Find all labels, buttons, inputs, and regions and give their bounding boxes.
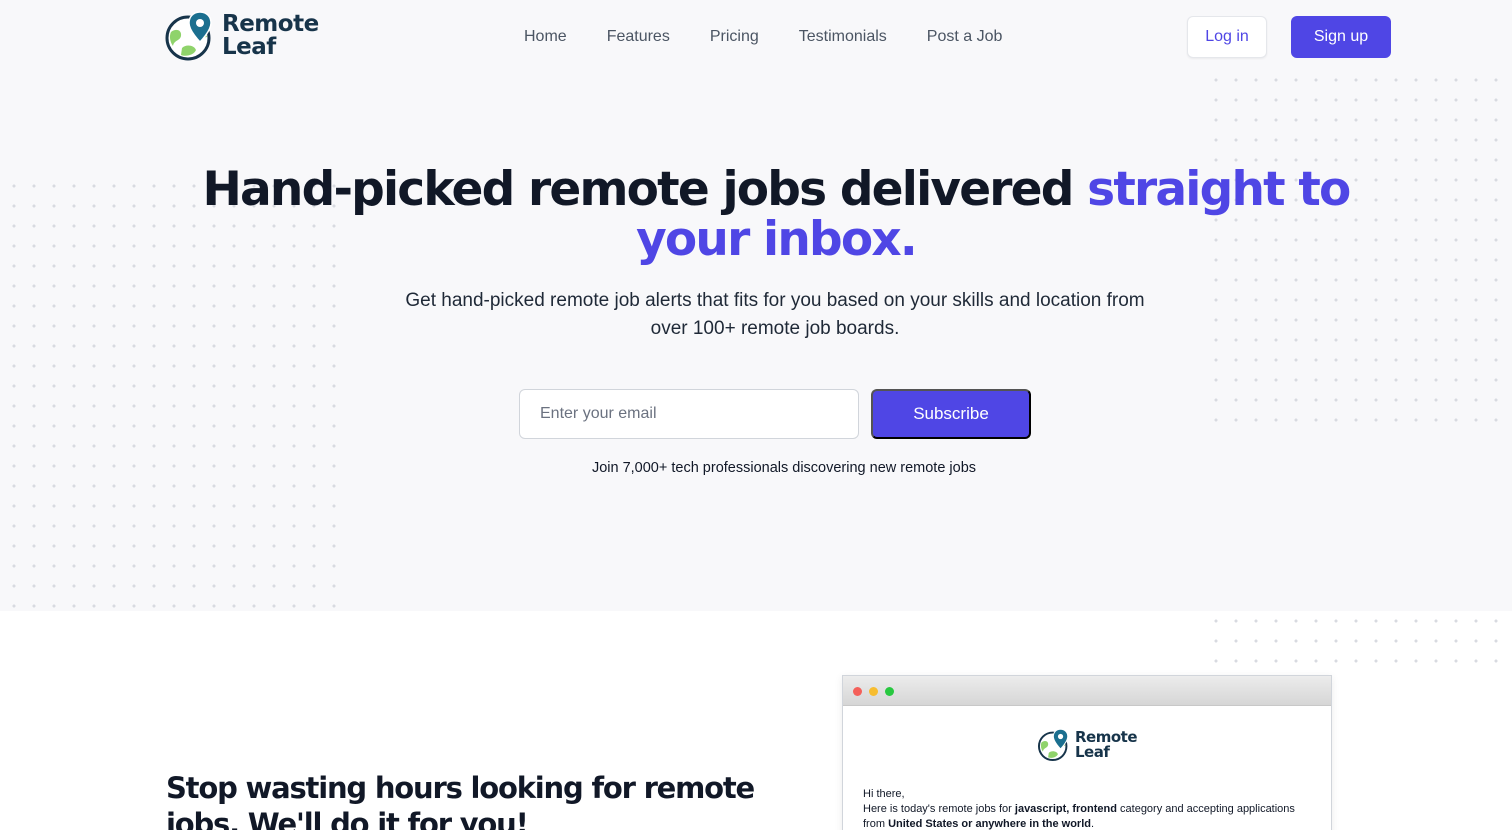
email-preview-window: Remote Leaf Hi there, Here is today's re…	[842, 675, 1332, 830]
hero-headline: Hand-picked remote jobs delivered straig…	[156, 165, 1396, 265]
nav-link-home[interactable]: Home	[524, 27, 567, 47]
brand-name-line1: Remote	[222, 11, 319, 37]
brand-name-line2: Leaf	[222, 34, 276, 60]
email-locations: United States or anywhere in the world	[888, 818, 1091, 830]
minimize-dot-icon	[869, 687, 878, 696]
nav-link-post-a-job[interactable]: Post a Job	[927, 27, 1003, 47]
signup-button[interactable]: Sign up	[1291, 16, 1391, 58]
login-button[interactable]: Log in	[1187, 16, 1267, 58]
browser-titlebar	[843, 676, 1331, 706]
globe-pin-logo-icon	[1037, 728, 1069, 762]
email-brand-line2: Leaf	[1075, 743, 1110, 761]
nav-link-testimonials[interactable]: Testimonials	[799, 27, 887, 47]
social-proof-note: Join 7,000+ tech professionals discoveri…	[591, 460, 977, 476]
brand-name: Remote Leaf	[222, 13, 319, 59]
section-title: Stop wasting hours looking for remote jo…	[166, 771, 755, 830]
email-input[interactable]	[519, 389, 859, 439]
email-brand-name: Remote Leaf	[1075, 730, 1138, 761]
close-dot-icon	[853, 687, 862, 696]
email-intro-line: Here is today's remote jobs for javascri…	[863, 802, 1313, 830]
hero-headline-main: Hand-picked remote jobs delivered	[202, 162, 1088, 217]
top-navbar: Remote Leaf Home Features Pricing Testim…	[0, 0, 1512, 76]
subscribe-button[interactable]: Subscribe	[871, 389, 1031, 439]
dot-pattern-right-lower	[1206, 611, 1512, 671]
email-brand-logo: Remote Leaf	[1037, 728, 1138, 762]
hero-subheading: Get hand-picked remote job alerts that f…	[405, 290, 1145, 339]
nav-link-pricing[interactable]: Pricing	[710, 27, 759, 47]
nav-link-features[interactable]: Features	[607, 27, 670, 47]
nav-links: Home Features Pricing Testimonials Post …	[524, 27, 1042, 47]
email-intro-prefix: Here is today's remote jobs for	[863, 803, 1015, 815]
email-body: Hi there, Here is today's remote jobs fo…	[863, 787, 1313, 830]
email-greeting: Hi there,	[863, 788, 905, 800]
globe-pin-logo-icon	[165, 11, 212, 61]
brand-logo[interactable]: Remote Leaf	[164, 10, 319, 62]
email-intro-end: .	[1091, 818, 1095, 830]
email-categories: javascript, frontend	[1014, 803, 1117, 815]
maximize-dot-icon	[885, 687, 894, 696]
